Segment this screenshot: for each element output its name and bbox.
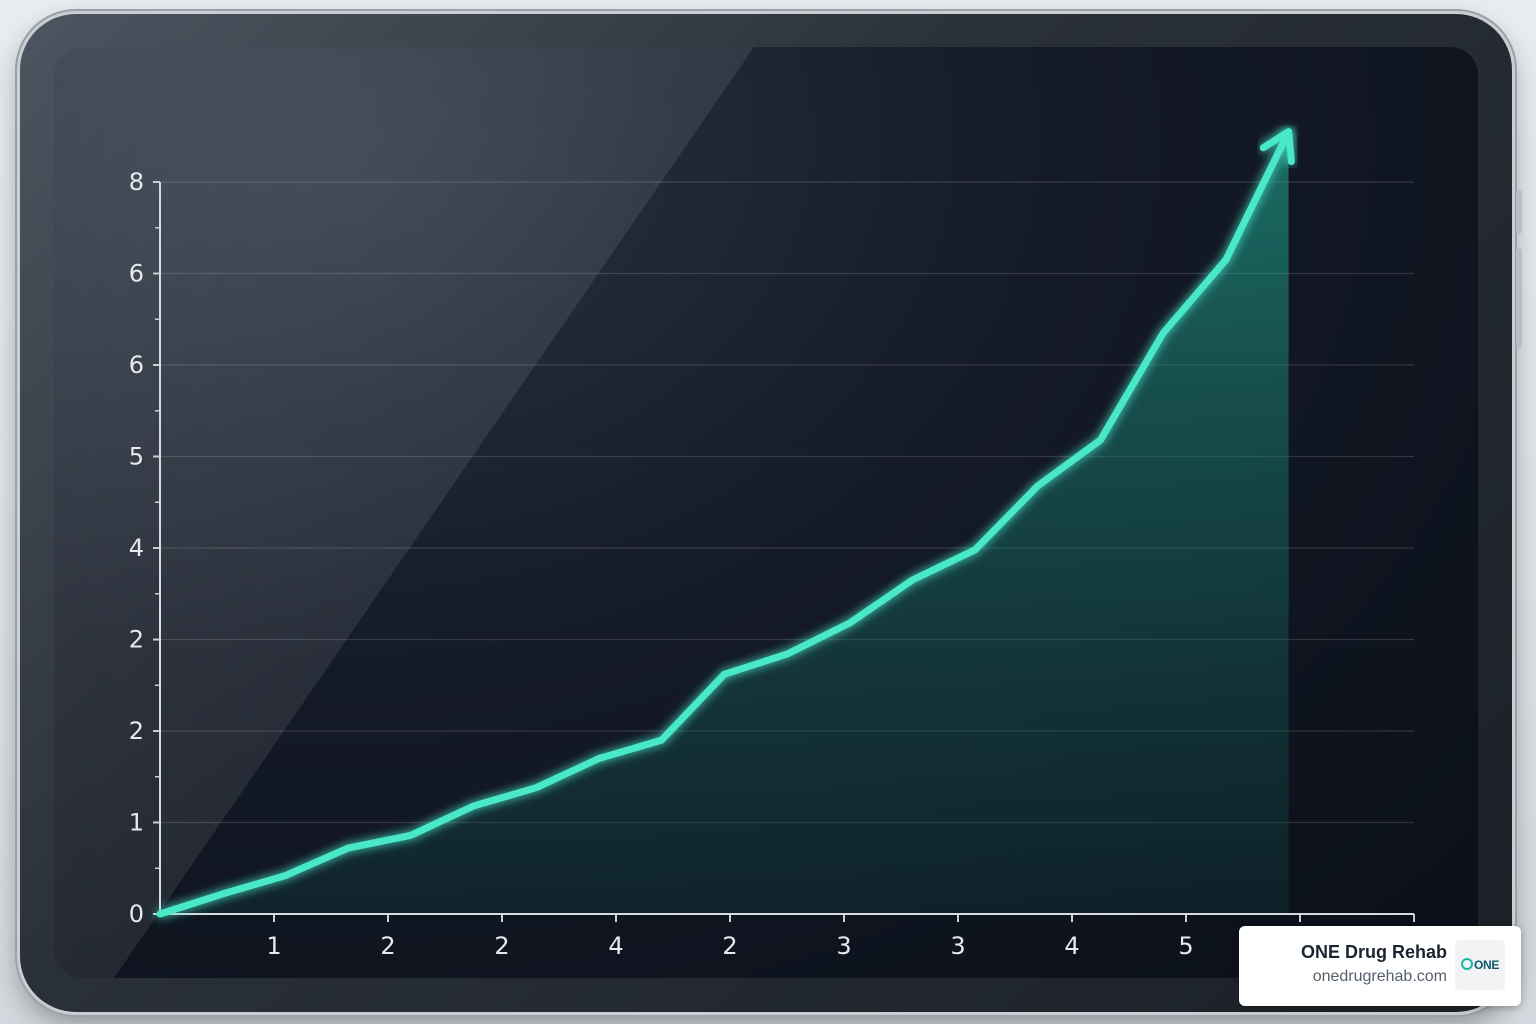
x-tick-label: 1: [266, 932, 281, 960]
x-tick-label: 2: [494, 932, 509, 960]
tablet-frame: 012245668122423345810: [20, 14, 1522, 1012]
logo-ring-icon: [1460, 958, 1473, 970]
y-tick-label: 1: [129, 809, 144, 837]
y-tick-label: 8: [129, 168, 144, 196]
tablet-screen: 012245668122423345810: [54, 47, 1478, 978]
y-tick-label: 0: [129, 900, 144, 928]
watermark-logo: ONE: [1455, 940, 1505, 990]
x-tick-label: 4: [608, 932, 623, 960]
x-tick-label: 5: [1178, 932, 1193, 960]
tablet-side-button: [1516, 190, 1522, 234]
growth-chart: 012245668122423345810: [54, 47, 1429, 978]
y-tick-label: 4: [129, 534, 144, 562]
y-tick-label: 2: [129, 717, 144, 745]
y-tick-label: 2: [129, 626, 144, 654]
watermark-badge: ONE Drug Rehab onedrugrehab.com ONE: [1239, 926, 1521, 1006]
tablet-side-button-2: [1516, 248, 1522, 348]
x-tick-label: 4: [1064, 932, 1079, 960]
x-tick-label: 3: [950, 932, 965, 960]
y-tick-label: 6: [129, 351, 144, 379]
x-tick-label: 2: [380, 932, 395, 960]
watermark-url: onedrugrehab.com: [1312, 968, 1447, 985]
y-tick-label: 6: [129, 260, 144, 288]
x-tick-label: 2: [722, 932, 737, 960]
x-tick-label: 3: [836, 932, 851, 960]
logo-text: ONE: [1473, 958, 1500, 972]
y-tick-label: 5: [129, 443, 144, 471]
watermark-name: ONE Drug Rehab: [1300, 942, 1447, 962]
